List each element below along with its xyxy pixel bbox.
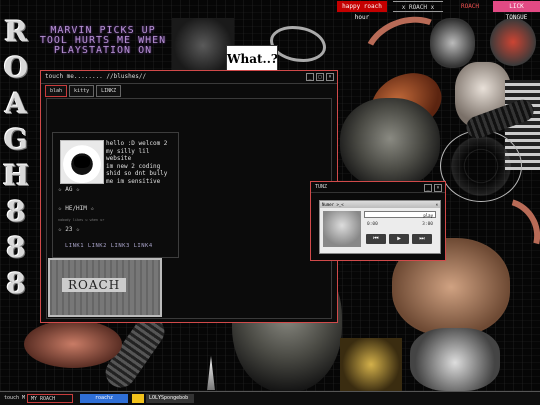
photo-bottom-center	[340, 338, 402, 391]
beetle-photo	[490, 18, 536, 66]
happy-roach-hour-button[interactable]: happy roach hour	[337, 1, 387, 21]
cat-photo-center	[340, 98, 440, 188]
play-button[interactable]: ▶	[389, 234, 409, 244]
player-thumbnail	[323, 211, 361, 247]
profile-tiny-text: nobody likes u when ur	[58, 218, 105, 222]
profile-card: hello :D welcom 2 my silly lil website i…	[52, 132, 179, 258]
cat-photo-bottom-right	[410, 328, 500, 391]
taskbar-item-roachz[interactable]: roachz	[80, 394, 128, 403]
tunes-title: TUNZ	[315, 184, 328, 190]
taskbar: touch M MY ROACH HUNTER roachz LOLYSpong…	[0, 391, 540, 405]
roach-sign-text: ROACH	[62, 278, 127, 292]
taskbar-item-spongebob[interactable]: LOLYSpongebob	[146, 394, 194, 403]
taskbar-item-yellow[interactable]	[132, 394, 144, 403]
profile-bio: hello :D welcom 2 my silly lil website i…	[106, 140, 168, 185]
profile-pronouns: ☆ HE/HIM ☆	[58, 205, 95, 212]
roach-button[interactable]: ROACH	[455, 1, 485, 12]
tab-bar: blah kitty LINKZ	[45, 85, 122, 97]
side-letter: H	[2, 159, 30, 192]
lick-tongue-button[interactable]: LICK TONGUE	[493, 1, 540, 21]
side-letter: A	[5, 87, 27, 120]
avatar	[60, 140, 104, 184]
top-bar: happy roach hour x ROACH x ROACH LICK TO…	[0, 0, 540, 21]
profile-age-2: ☆ 23 ☆	[58, 226, 80, 233]
main-window-title: touch me........ //blushes//	[45, 73, 147, 80]
start-button[interactable]: touch M	[1, 394, 28, 403]
minimize-icon[interactable]: _	[306, 73, 314, 81]
close-icon[interactable]: ×	[326, 73, 334, 81]
side-letter: 8	[6, 267, 26, 300]
roach-banner-button[interactable]: x ROACH x	[393, 1, 443, 12]
tab-linkz[interactable]: LINKZ	[96, 85, 122, 97]
time-end: 3:00	[422, 222, 433, 227]
headline-text: MARVIN PICKS UP TOOL HURTS ME WHEN PLAYS…	[39, 25, 167, 56]
player-titlebar: Numer >_< ×	[320, 201, 440, 208]
tunes-titlebar[interactable]: TUNZ _ ×	[311, 182, 445, 193]
profile-age: ☆ AG ☆	[58, 186, 80, 193]
roach-sign-photo: ROACH	[48, 258, 162, 317]
creature-bottom-left	[24, 320, 122, 368]
tab-kitty[interactable]: kitty	[69, 85, 95, 97]
time-start: 0:00	[367, 222, 378, 227]
side-letter: G	[4, 123, 28, 156]
close-icon[interactable]: ×	[434, 184, 442, 192]
next-button[interactable]: ⏭	[412, 234, 432, 244]
profile-links[interactable]: LINK1 LINK2 LINK3 LINK4	[65, 243, 153, 249]
window-controls: _ □ ×	[306, 73, 334, 81]
music-player: Numer >_< × play 0:00 3:00 ⏮ ▶ ⏭	[319, 200, 441, 254]
skull-photo	[430, 18, 475, 68]
side-letter: O	[3, 51, 29, 84]
spider-photo	[172, 18, 234, 73]
side-letters: R O A G H 8 8 8	[2, 14, 32, 302]
side-letter: R	[4, 15, 28, 48]
spiderweb-photo	[440, 130, 522, 202]
tunes-window: TUNZ _ × Numer >_< × play 0:00 3:00 ⏮ ▶ …	[310, 181, 446, 261]
player-times: 0:00 3:00	[367, 222, 433, 227]
tunes-window-controls: _ ×	[424, 184, 442, 192]
minimize-icon[interactable]: _	[424, 184, 432, 192]
player-close-icon[interactable]: ×	[436, 201, 438, 208]
what-card: What..?	[226, 45, 278, 73]
side-letter: 8	[6, 231, 26, 264]
main-window-titlebar[interactable]: touch me........ //blushes// _ □ ×	[41, 71, 337, 84]
player-controls: ⏮ ▶ ⏭	[366, 234, 432, 244]
maximize-icon[interactable]: □	[316, 73, 324, 81]
previous-button[interactable]: ⏮	[366, 234, 386, 244]
tab-blah[interactable]: blah	[45, 85, 68, 97]
player-track-select[interactable]: play	[364, 211, 436, 218]
desktop: happy roach hour x ROACH x ROACH LICK TO…	[0, 0, 540, 405]
side-letter: 8	[6, 195, 26, 228]
player-track-name: Numer >_<	[322, 202, 344, 207]
taskbar-item-roach-hunter[interactable]: MY ROACH HUNTER	[27, 394, 73, 403]
